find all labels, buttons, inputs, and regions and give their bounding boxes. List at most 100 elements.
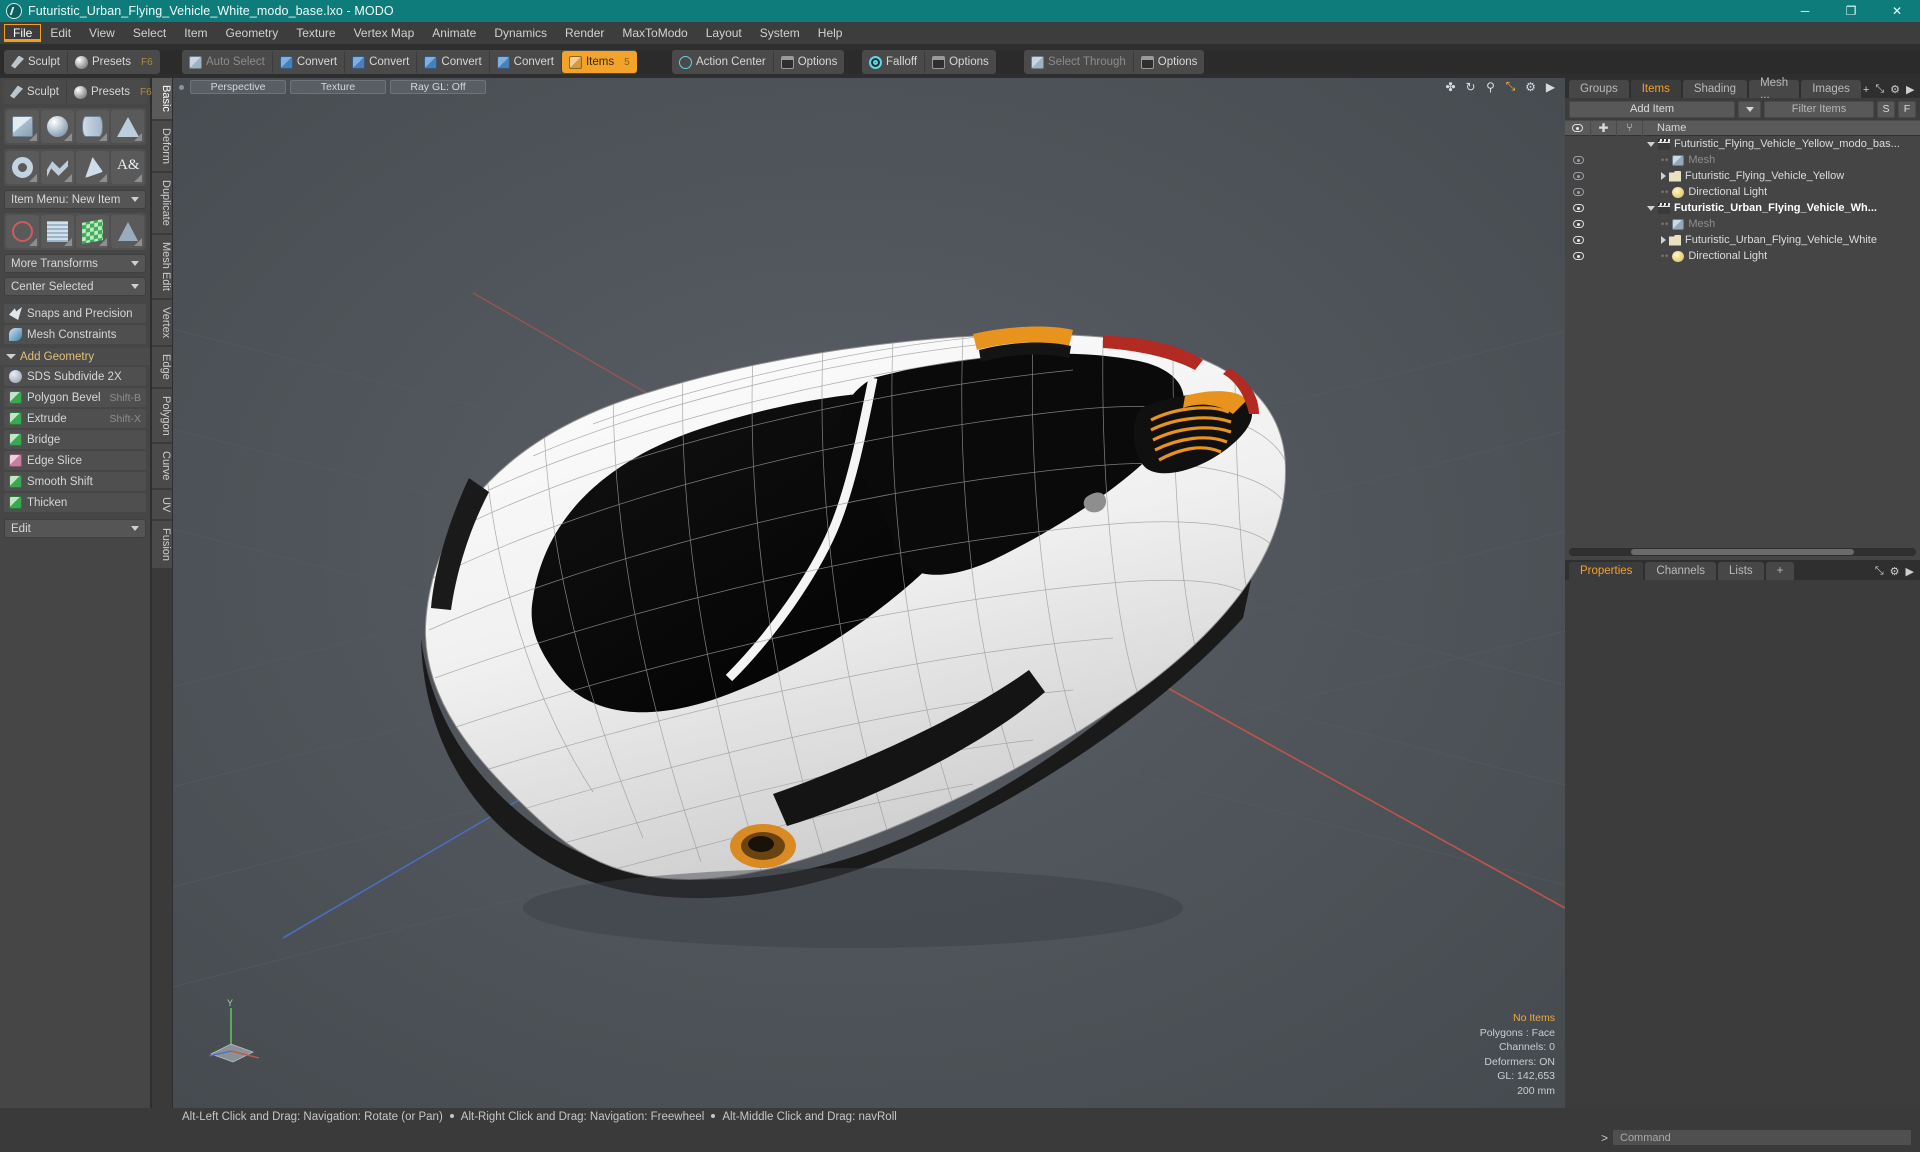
- tree-item[interactable]: •• Mesh: [1565, 152, 1920, 168]
- transform-cell[interactable]: [1617, 216, 1643, 232]
- options-button[interactable]: Options: [925, 51, 996, 73]
- transform-cell[interactable]: [1617, 184, 1643, 200]
- taper-tool[interactable]: [111, 215, 144, 248]
- options-button[interactable]: Options: [774, 51, 845, 73]
- menu-item-view[interactable]: View: [80, 24, 124, 42]
- tab-mesh[interactable]: Mesh ...: [1749, 77, 1800, 101]
- falloff-button[interactable]: Falloff: [862, 51, 926, 73]
- visibility-toggle[interactable]: [1565, 216, 1591, 232]
- tab-lists[interactable]: Lists: [1718, 562, 1764, 580]
- close-button[interactable]: ✕: [1874, 0, 1920, 22]
- minimize-button[interactable]: ─: [1782, 0, 1828, 22]
- more-transforms-dropdown[interactable]: More Transforms: [4, 254, 146, 273]
- menu-item-help[interactable]: Help: [809, 24, 852, 42]
- tab-items[interactable]: Items: [1630, 80, 1681, 98]
- add-tab-icon[interactable]: +: [1863, 84, 1869, 96]
- tree-item[interactable]: Futuristic_Flying_Vehicle_Yellow_modo_ba…: [1565, 136, 1920, 152]
- vtab-uv[interactable]: UV: [152, 489, 172, 520]
- torus-primitive[interactable]: [6, 151, 39, 184]
- menu-item-system[interactable]: System: [751, 24, 809, 42]
- lock-cell[interactable]: [1591, 232, 1617, 248]
- tab-properties[interactable]: Properties: [1569, 562, 1644, 580]
- axis-gizmo[interactable]: Y: [201, 996, 281, 1066]
- add-item-button[interactable]: Add Item: [1569, 100, 1735, 118]
- items-button[interactable]: Items 5: [561, 51, 637, 73]
- bend-tool[interactable]: [41, 215, 74, 248]
- presets-button[interactable]: Presets F6: [68, 51, 160, 73]
- lock-cell[interactable]: [1591, 152, 1617, 168]
- fit-view-icon[interactable]: ⤡: [1504, 79, 1517, 93]
- presets-button[interactable]: Presets F6: [67, 81, 160, 103]
- tab-shading[interactable]: Shading: [1682, 80, 1748, 98]
- snaps-and-precision-button[interactable]: Snaps and Precision: [4, 304, 146, 323]
- tool-edge-slice[interactable]: Edge Slice: [4, 451, 146, 470]
- vtab-fusion[interactable]: Fusion: [152, 521, 172, 569]
- menu-item-geometry[interactable]: Geometry: [217, 24, 288, 42]
- tree-item[interactable]: Futuristic_Flying_Vehicle_Yellow: [1565, 168, 1920, 184]
- tree-item[interactable]: Futuristic_Urban_Flying_Vehicle_White: [1565, 232, 1920, 248]
- filter-f-button[interactable]: F: [1898, 100, 1916, 118]
- transform-cell[interactable]: [1617, 136, 1643, 152]
- transform-cell[interactable]: [1617, 200, 1643, 216]
- shading-mode-tag[interactable]: Texture: [290, 80, 386, 94]
- chevron-down-icon[interactable]: [1647, 141, 1655, 147]
- command-input[interactable]: Command: [1612, 1129, 1912, 1146]
- vtab-mesh-edit[interactable]: Mesh Edit: [152, 234, 172, 298]
- vtab-curve[interactable]: Curve: [152, 444, 172, 488]
- sculpt-button[interactable]: Sculpt: [3, 81, 67, 103]
- viewport-menu-dot-icon[interactable]: [179, 84, 184, 90]
- lock-cell[interactable]: [1591, 168, 1617, 184]
- properties-menu-icon[interactable]: ▶: [1906, 565, 1914, 578]
- transform-cell[interactable]: [1617, 248, 1643, 264]
- tab-channels[interactable]: Channels: [1645, 562, 1717, 580]
- menu-item-layout[interactable]: Layout: [697, 24, 751, 42]
- menu-item-edit[interactable]: Edit: [41, 24, 80, 42]
- filter-s-button[interactable]: S: [1877, 100, 1895, 118]
- tool-extrude[interactable]: Extrude Shift-X: [4, 409, 146, 428]
- sphere-primitive[interactable]: [41, 110, 74, 143]
- tree-item[interactable]: •• Directional Light: [1565, 184, 1920, 200]
- text-tool[interactable]: A&: [111, 151, 144, 184]
- action-center-button[interactable]: Action Center: [672, 51, 774, 73]
- center-selected-dropdown[interactable]: Center Selected: [4, 277, 146, 296]
- cone-primitive[interactable]: [111, 110, 144, 143]
- menu-item-render[interactable]: Render: [556, 24, 613, 42]
- visibility-toggle[interactable]: [1565, 184, 1591, 200]
- tool-sds-subdivide-2x[interactable]: SDS Subdivide 2X: [4, 367, 146, 386]
- vtab-duplicate[interactable]: Duplicate: [152, 172, 172, 233]
- visibility-toggle[interactable]: [1565, 200, 1591, 216]
- tool-thicken[interactable]: Thicken: [4, 493, 146, 512]
- chevron-right-icon[interactable]: [1661, 172, 1666, 180]
- options-button[interactable]: Options: [1134, 51, 1205, 73]
- flex-tool[interactable]: [76, 215, 109, 248]
- vtab-deform[interactable]: Deform: [152, 120, 172, 171]
- chevron-down-icon[interactable]: [1647, 205, 1655, 211]
- rotate-view-icon[interactable]: ↻: [1464, 80, 1477, 94]
- properties-settings-icon[interactable]: ⚙: [1890, 565, 1900, 578]
- tool-bridge[interactable]: Bridge: [4, 430, 146, 449]
- cylinder-primitive[interactable]: [76, 110, 109, 143]
- tree-item[interactable]: •• Directional Light: [1565, 248, 1920, 264]
- vtab-vertex[interactable]: Vertex: [152, 299, 172, 345]
- transform-cell[interactable]: [1617, 168, 1643, 184]
- menu-item-file[interactable]: File: [4, 24, 42, 42]
- visibility-toggle[interactable]: [1565, 168, 1591, 184]
- menu-item-item[interactable]: Item: [175, 24, 216, 42]
- raygl-tag[interactable]: Ray GL: Off: [390, 80, 486, 94]
- vtab-polygon[interactable]: Polygon: [152, 388, 172, 443]
- tree-item[interactable]: •• Mesh: [1565, 216, 1920, 232]
- select-through-button[interactable]: Select Through: [1024, 51, 1134, 73]
- transform-cell[interactable]: [1617, 232, 1643, 248]
- tab-[interactable]: +: [1765, 562, 1795, 580]
- convert-button[interactable]: Convert: [273, 51, 346, 73]
- visibility-toggle[interactable]: [1565, 232, 1591, 248]
- curve-tool[interactable]: [41, 151, 74, 184]
- menu-item-select[interactable]: Select: [124, 24, 175, 42]
- convert-button[interactable]: Convert: [490, 51, 562, 73]
- convert-button[interactable]: Convert: [345, 51, 418, 73]
- menu-item-texture[interactable]: Texture: [287, 24, 344, 42]
- tab-images[interactable]: Images: [1801, 80, 1861, 98]
- sculpt-button[interactable]: Sculpt: [4, 51, 68, 73]
- chevron-right-icon[interactable]: [1661, 236, 1666, 244]
- menu-item-animate[interactable]: Animate: [423, 24, 485, 42]
